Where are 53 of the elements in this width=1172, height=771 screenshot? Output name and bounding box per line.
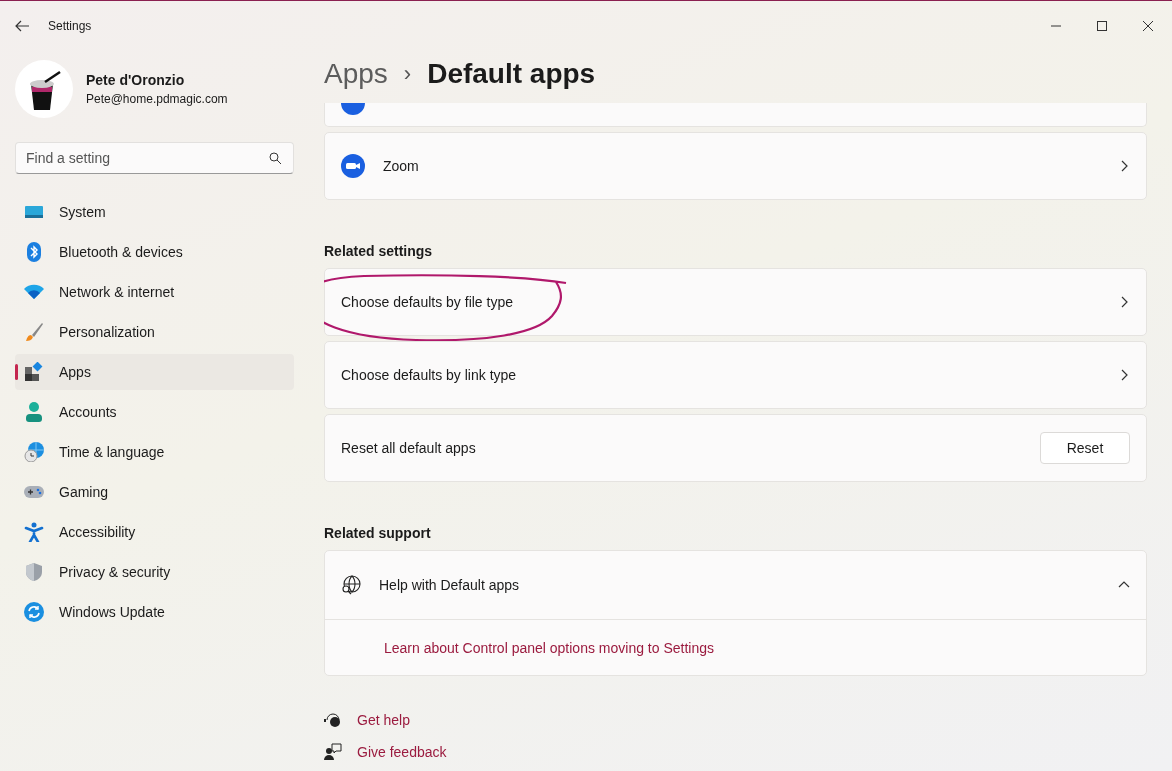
window-title: Settings [48, 19, 92, 33]
video-camera-icon [341, 154, 365, 178]
close-icon[interactable] [1143, 21, 1153, 31]
settings-row[interactable]: Choose defaults by link type [324, 341, 1147, 409]
account-name: Pete d'Oronzio [86, 72, 186, 88]
avatar-icon [15, 60, 73, 118]
row-label: Choose defaults by file type [341, 294, 513, 310]
sidebar-item[interactable]: Time & language [15, 434, 294, 470]
globe-search-icon [341, 575, 361, 595]
sidebar-item[interactable]: Gaming [15, 474, 294, 510]
chevron-icon: › [403, 61, 412, 87]
paintbrush-icon [24, 322, 44, 342]
row-label: Reset all default apps [341, 440, 476, 456]
reset-button[interactable]: Reset [1040, 432, 1130, 464]
app-icon [341, 103, 365, 115]
settings-row[interactable]: Choose defaults by file type [324, 268, 1147, 336]
sidebar-item[interactable]: Network & internet [15, 274, 294, 310]
back-arrow-icon[interactable] [15, 20, 29, 32]
wifi-icon [24, 282, 44, 302]
sidebar-item[interactable]: System [15, 194, 294, 230]
update-icon [24, 602, 44, 622]
sidebar-item[interactable]: Apps [15, 354, 294, 390]
search-icon [269, 152, 281, 164]
footer-link[interactable]: Get help [357, 712, 410, 728]
section-heading: Related settings [324, 243, 434, 259]
app-card[interactable]: Zoom [324, 132, 1147, 200]
bluetooth-icon [24, 242, 44, 262]
footer-link[interactable]: Give feedback [357, 744, 447, 760]
row-label: Choose defaults by link type [341, 367, 517, 383]
sidebar-item[interactable]: Personalization [15, 314, 294, 350]
maximize-icon[interactable] [1097, 21, 1107, 31]
person-icon [24, 402, 44, 422]
help-expander[interactable]: Help with Default apps [325, 551, 1146, 620]
sidebar-item[interactable]: Accessibility [15, 514, 294, 550]
shield-icon [24, 562, 44, 582]
breadcrumb-link[interactable]: Apps [324, 58, 388, 90]
help-title: Help with Default apps [379, 577, 520, 593]
sidebar-item[interactable]: Bluetooth & devices [15, 234, 294, 270]
sidebar-item[interactable]: Accounts [15, 394, 294, 430]
apps-icon [24, 362, 44, 382]
help-link[interactable]: Learn about Control panel options moving to Settings [384, 639, 714, 656]
account-email: Pete@home.pdmagic.com [86, 92, 228, 106]
search-field[interactable]: Find a setting [15, 142, 294, 174]
sidebar-item[interactable]: Windows Update [15, 594, 294, 630]
settings-row[interactable]: Reset all default apps Reset [324, 414, 1147, 482]
page-title: Default apps [427, 58, 596, 90]
feedback-icon [324, 743, 342, 761]
accessibility-icon [24, 522, 44, 542]
help-icon [324, 711, 342, 729]
sidebar-item[interactable]: Privacy & security [15, 554, 294, 590]
section-heading: Related support [324, 525, 432, 541]
globe-clock-icon [24, 442, 44, 462]
app-name: Zoom [383, 158, 419, 174]
